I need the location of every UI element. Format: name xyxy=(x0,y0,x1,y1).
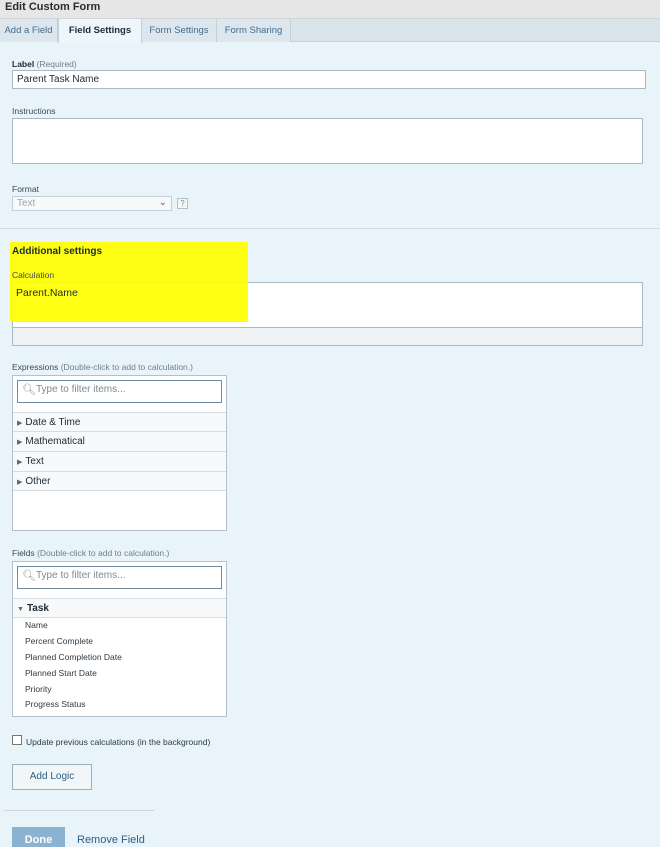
expression-category-other[interactable]: ▶ Other xyxy=(13,471,226,491)
additional-settings-heading: Additional settings xyxy=(12,246,102,257)
chevron-down-icon: ⌄ xyxy=(158,197,167,208)
field-item[interactable]: Progress Status xyxy=(25,699,85,709)
fields-group-task[interactable]: ▼ Task xyxy=(13,598,226,618)
search-icon: 🔍︎ xyxy=(22,570,36,582)
fields-label: Fields (Double-click to add to calculati… xyxy=(12,548,169,558)
done-button[interactable]: Done xyxy=(12,827,65,847)
fields-filter-input[interactable] xyxy=(36,570,216,581)
instructions-label: Instructions xyxy=(12,106,56,116)
triangle-right-icon: ▶ xyxy=(17,479,23,486)
calculation-label: Calculation xyxy=(12,270,55,280)
field-item[interactable]: Name xyxy=(25,620,48,630)
update-calculations-label: Update previous calculations (in the bac… xyxy=(26,737,210,747)
expressions-filter[interactable]: 🔍︎ xyxy=(17,380,222,403)
expressions-hint: (Double-click to add to calculation.) xyxy=(60,362,193,372)
category-label: Text xyxy=(25,456,44,467)
field-item[interactable]: Planned Start Date xyxy=(25,668,97,678)
expression-category-mathematical[interactable]: ▶ Mathematical xyxy=(13,431,226,451)
group-label: Task xyxy=(26,603,49,614)
fields-hint: (Double-click to add to calculation.) xyxy=(37,548,170,558)
label-field-hint: (Required) xyxy=(36,59,77,69)
instructions-textarea[interactable] xyxy=(12,118,643,164)
fields-filter[interactable]: 🔍︎ xyxy=(17,566,222,589)
section-divider xyxy=(0,228,660,229)
calculation-status-bar xyxy=(12,328,643,346)
triangle-right-icon: ▶ xyxy=(17,439,23,446)
format-select[interactable]: Text ⌄ xyxy=(12,196,172,211)
field-item[interactable]: Planned Completion Date xyxy=(25,652,122,662)
format-label: Format xyxy=(12,184,39,194)
tab-field-settings[interactable]: Field Settings xyxy=(58,19,142,43)
category-label: Other xyxy=(25,476,51,487)
calculation-value: Parent.Name xyxy=(16,287,78,299)
tab-form-settings[interactable]: Form Settings xyxy=(142,19,217,42)
category-label: Mathematical xyxy=(25,436,85,447)
expression-category-text[interactable]: ▶ Text xyxy=(13,451,226,471)
fields-title: Fields xyxy=(12,548,35,558)
remove-field-link[interactable]: Remove Field xyxy=(77,834,145,846)
update-calculations-hint: (in the background) xyxy=(137,737,211,747)
update-calculations-checkbox[interactable] xyxy=(12,735,22,745)
triangle-right-icon: ▶ xyxy=(17,420,23,427)
expression-category-date-time[interactable]: ▶ Date & Time xyxy=(13,412,226,432)
window-title: Edit Custom Form xyxy=(5,1,101,13)
search-icon: 🔍︎ xyxy=(22,384,36,396)
footer-divider xyxy=(4,810,154,811)
expressions-filter-input[interactable] xyxy=(36,384,216,395)
label-field-label: Label (Required) xyxy=(12,59,77,69)
expressions-label: Expressions (Double-click to add to calc… xyxy=(12,362,193,372)
window-titlebar: Edit Custom Form xyxy=(0,0,660,19)
fields-panel: 🔍︎ ▼Task Name Percent Complete Planned C… xyxy=(12,561,227,717)
expressions-title: Expressions xyxy=(12,362,59,372)
expressions-panel: 🔍︎ ▶Date & Time ▶Mathematical ▶Text ▶Oth… xyxy=(12,375,227,531)
help-icon[interactable]: ? xyxy=(177,198,188,209)
update-calculations-text: Update previous calculations xyxy=(26,737,135,747)
field-item[interactable]: Priority xyxy=(25,684,51,694)
field-item[interactable]: Percent Complete xyxy=(25,636,93,646)
tab-bar: Add a Field Field Settings Form Settings… xyxy=(0,19,660,43)
tab-form-sharing[interactable]: Form Sharing xyxy=(217,19,291,42)
label-input[interactable]: Parent Task Name xyxy=(12,70,646,89)
tab-add-a-field[interactable]: Add a Field xyxy=(0,19,58,42)
label-field-title: Label xyxy=(12,59,35,69)
add-logic-button[interactable]: Add Logic xyxy=(12,764,92,790)
triangle-down-icon: ▼ xyxy=(17,606,24,613)
triangle-right-icon: ▶ xyxy=(17,459,23,466)
category-label: Date & Time xyxy=(25,417,81,428)
format-selected-value: Text xyxy=(17,198,36,209)
